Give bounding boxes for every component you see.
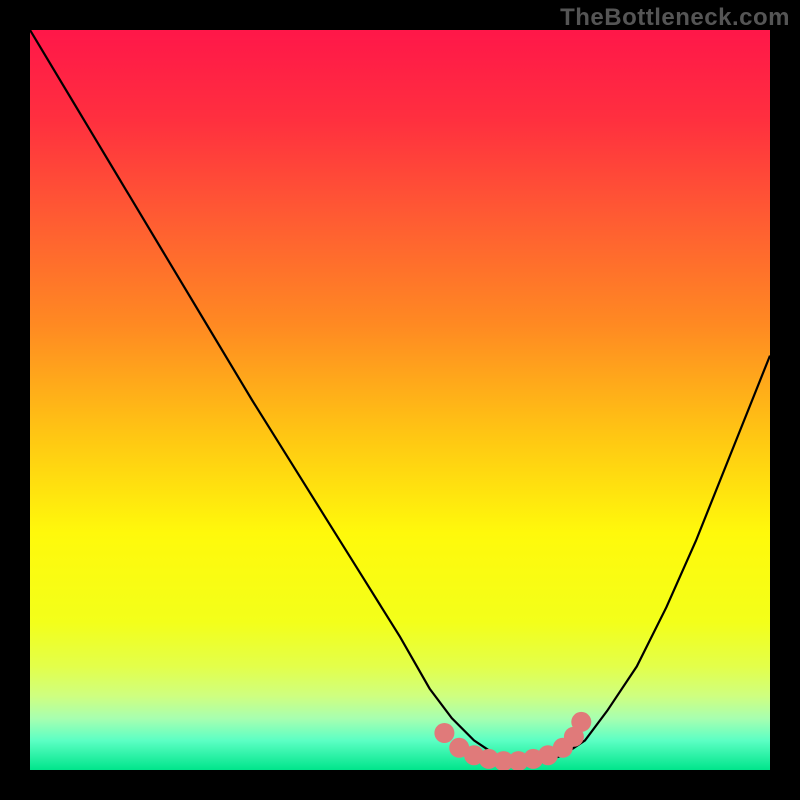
watermark-text: TheBottleneck.com — [560, 4, 790, 32]
gradient-background — [30, 30, 770, 770]
marker-dot — [571, 712, 591, 732]
chart-container: TheBottleneck.com — [0, 0, 800, 800]
plot-svg — [30, 30, 770, 770]
plot-area — [30, 30, 770, 770]
marker-dot — [434, 723, 454, 743]
